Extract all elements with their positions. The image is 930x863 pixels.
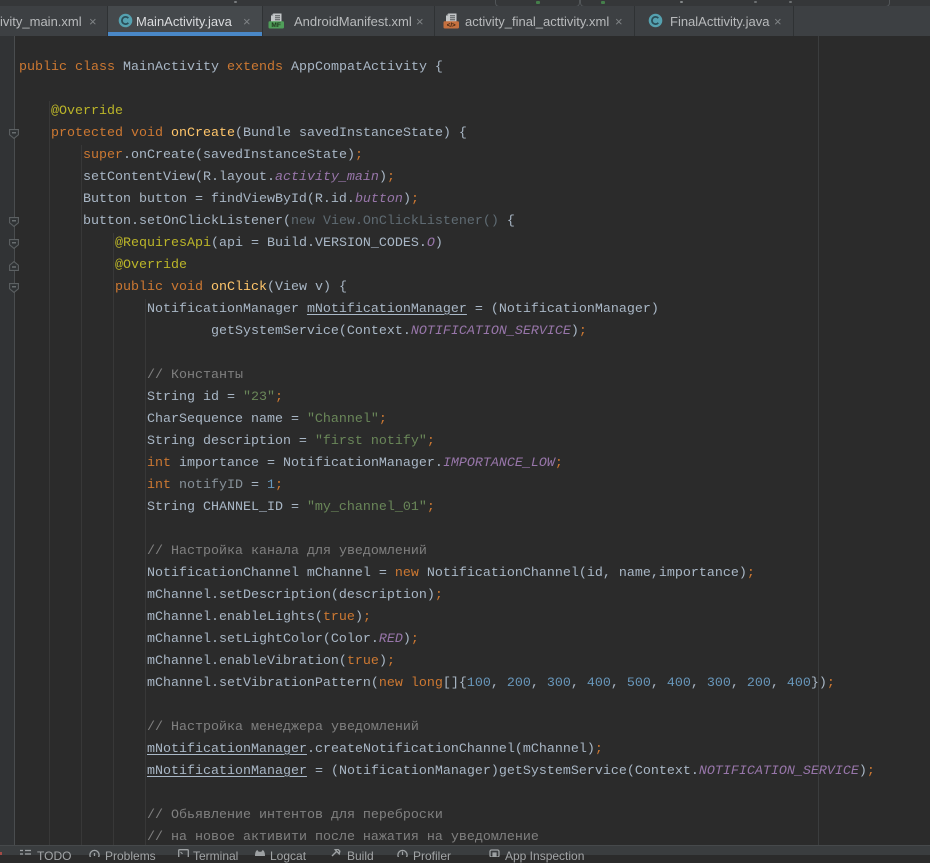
svg-text:</>: </>	[447, 22, 456, 29]
svg-text:MF: MF	[271, 22, 281, 29]
